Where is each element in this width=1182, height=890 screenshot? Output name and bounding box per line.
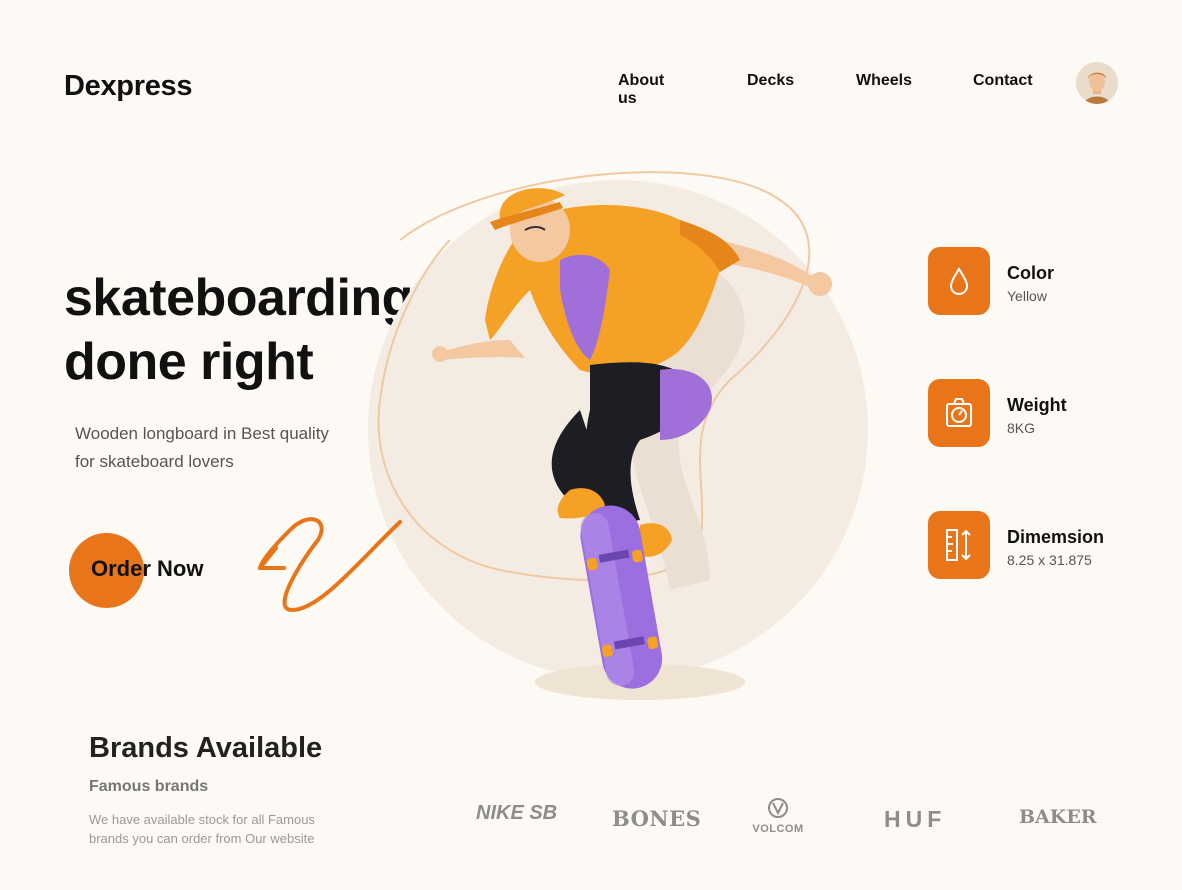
avatar[interactable] [1076,62,1118,104]
spec-color-value: Yellow [1007,288,1047,304]
order-now-button[interactable]: Order Now [91,556,203,582]
drop-icon [928,247,990,315]
volcom-stone-icon [768,798,788,818]
spec-dimension-name: Dimemsion [1007,527,1105,547]
brand-bones-logo[interactable]: BONES [612,806,701,831]
spec-weight-name: Weight [1007,395,1067,415]
brands-title: Brands Available [89,732,323,764]
brand-volcom-label: VOLCOM [752,823,804,835]
nav-contact[interactable]: Contact [973,72,1033,90]
user-avatar-icon [1076,62,1118,104]
logo[interactable]: Dexpress [64,70,192,103]
spec-dimension: Dimemsion 8.25 x 31.875 [928,511,1104,579]
skateboarder-illustration [258,171,868,700]
brands-description: We have available stock for all Famous b… [89,812,315,846]
scale-icon [928,379,990,447]
nav-decks[interactable]: Decks [747,72,794,90]
spec-weight-value: 8KG [1007,420,1036,436]
spec-color: Color Yellow [928,247,1054,315]
spec-dimension-value: 8.25 x 31.875 [1007,552,1092,568]
spec-color-name: Color [1007,263,1054,283]
landing-page: Dexpress About us Decks Wheels Contact s… [0,0,1182,890]
brand-nike-sb-logo[interactable]: NIKE SB [476,802,557,825]
brands-subtitle: Famous brands [89,778,209,795]
spec-weight: Weight 8KG [928,379,1067,447]
brand-volcom-logo[interactable]: VOLCOM [748,798,808,835]
nav-about-us[interactable]: About us [618,72,664,108]
nav-wheels[interactable]: Wheels [856,72,912,90]
brand-baker-logo[interactable]: BAKER [1019,806,1097,828]
brand-huf-logo[interactable]: HUF [884,806,946,833]
ruler-icon [928,511,990,579]
